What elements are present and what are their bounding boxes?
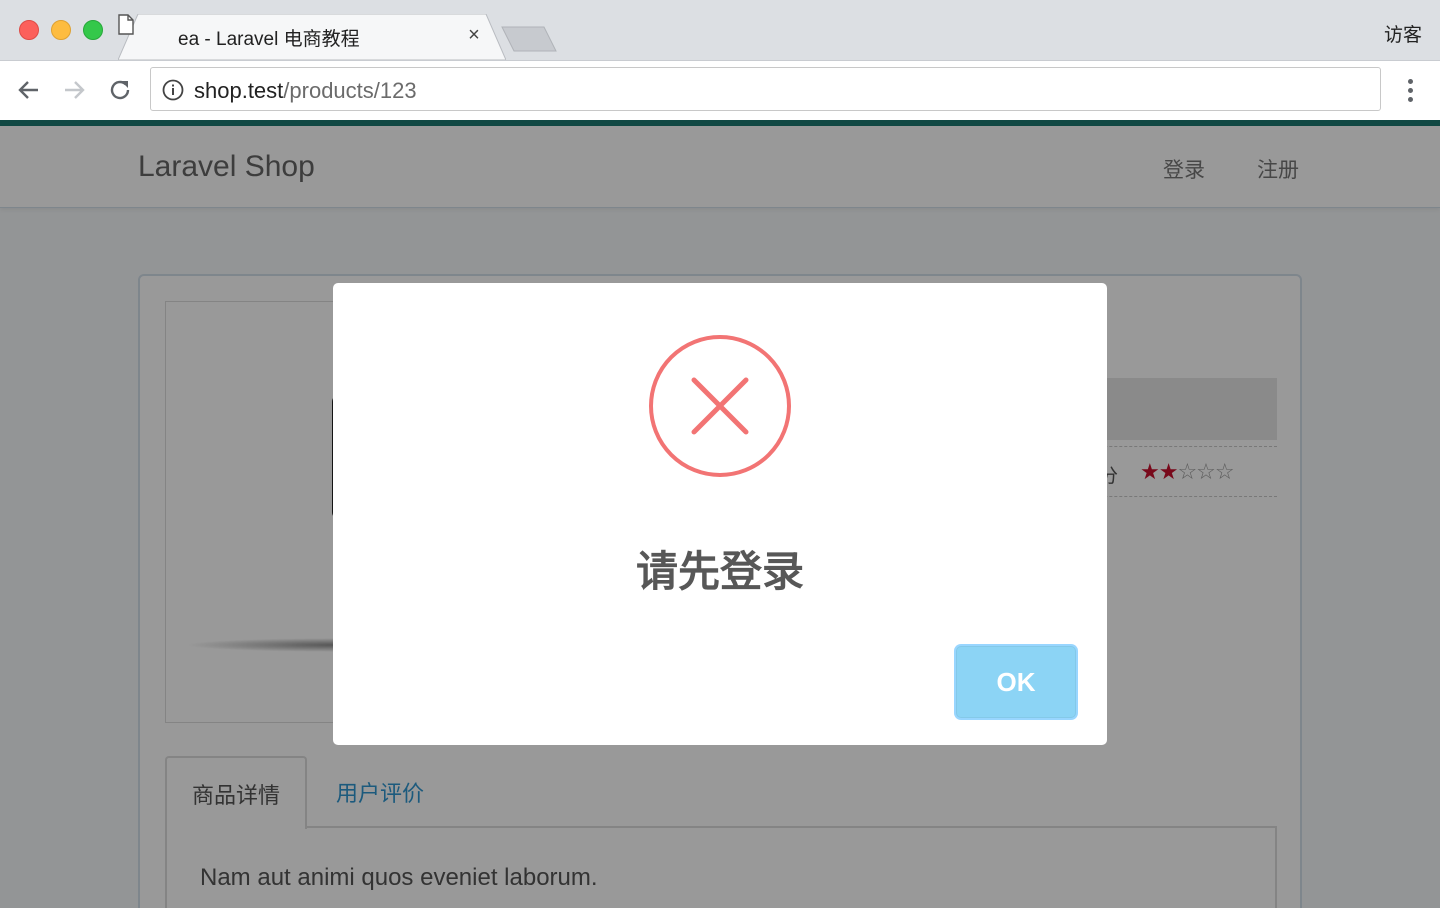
new-tab-button[interactable] [500,26,558,52]
browser-menu-icon[interactable] [1398,75,1422,105]
window-maximize-button[interactable] [83,20,103,40]
browser-toolbar: shop.test/products/123 [0,60,1440,120]
browser-tab-active[interactable]: ea - Laravel 电商教程 × [118,14,506,60]
tab-title: ea - Laravel 电商教程 [178,29,360,50]
reload-icon[interactable] [105,75,135,105]
error-x-circle-icon [649,335,791,477]
window-close-button[interactable] [19,20,39,40]
url-host: shop.test [194,78,284,103]
ok-button[interactable]: OK [956,646,1076,718]
info-icon[interactable] [162,79,184,101]
back-arrow-icon[interactable] [14,75,44,105]
url-text: shop.test/products/123 [194,78,417,104]
browser-titlebar: ea - Laravel 电商教程 × 访客 [0,0,1440,60]
document-icon [118,14,134,35]
tab-close-icon[interactable]: × [464,24,484,47]
address-bar[interactable]: shop.test/products/123 [150,67,1381,111]
url-path: /products/123 [283,78,417,103]
profile-name[interactable]: 访客 [1384,20,1422,47]
window-minimize-button[interactable] [51,20,71,40]
forward-arrow-icon[interactable] [59,75,89,105]
alert-modal: 请先登录 OK [333,283,1107,745]
modal-title: 请先登录 [635,548,804,595]
